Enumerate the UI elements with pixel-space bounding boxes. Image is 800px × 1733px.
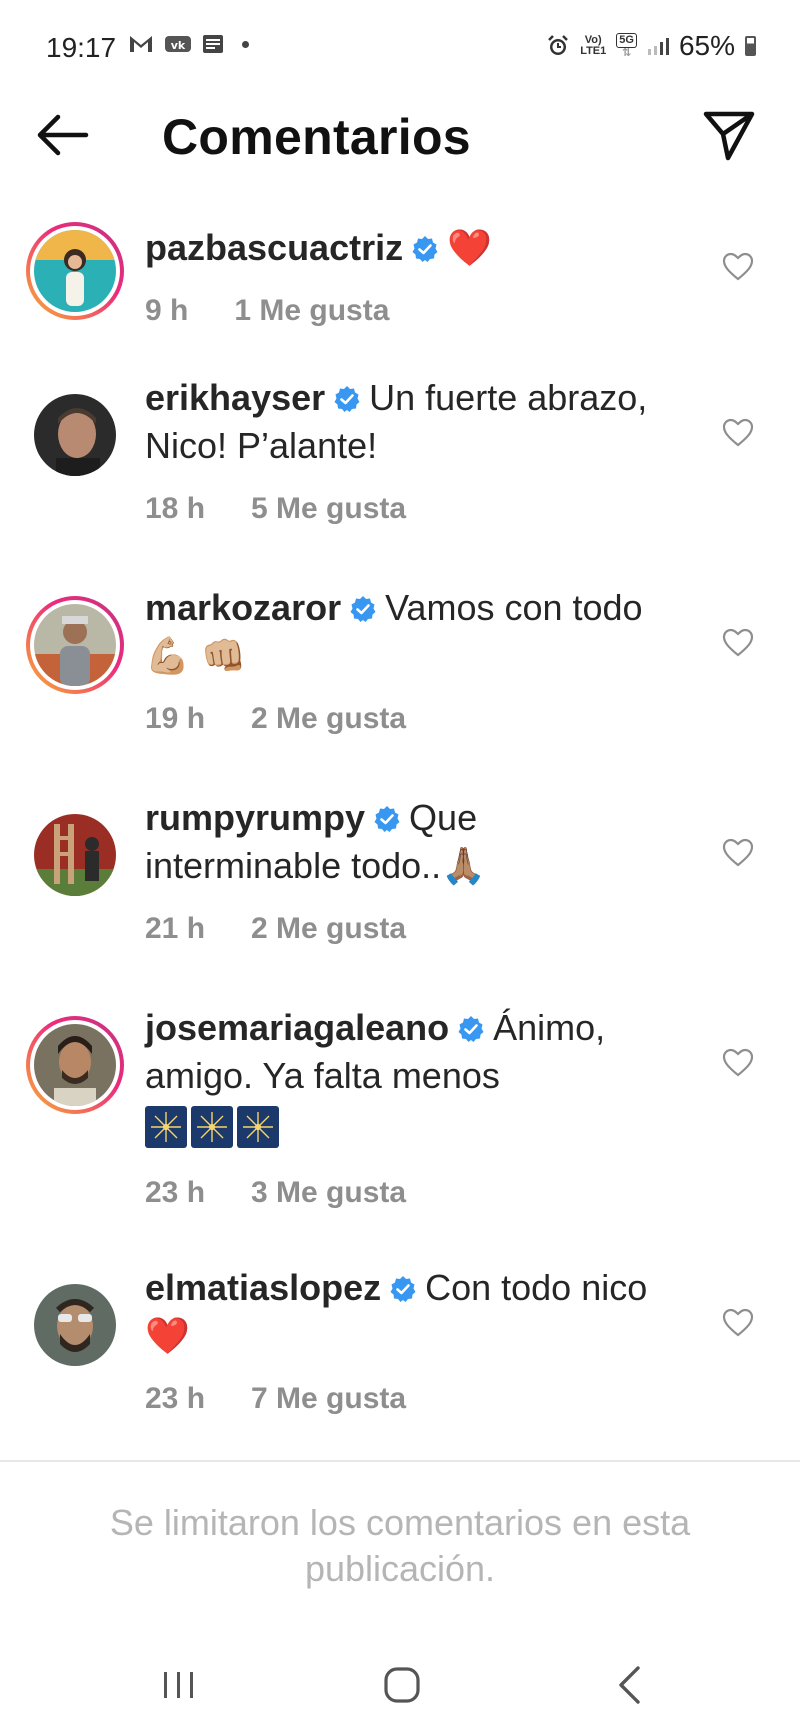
comment-likes[interactable]: 2 Me gusta <box>251 702 406 736</box>
emoji-strong-fist: 💪🏼 👊🏼 <box>145 636 247 677</box>
more-notifications-dot <box>242 40 249 48</box>
verified-badge-icon <box>390 1276 416 1302</box>
comment-username[interactable]: rumpyrumpy <box>145 797 365 838</box>
verified-badge-icon <box>412 236 438 262</box>
avatar-story-ring[interactable] <box>26 1016 124 1114</box>
comments-limited-notice: Se limitaron los comentarios en esta pub… <box>109 1502 691 1589</box>
comment-likes[interactable]: 2 Me gusta <box>251 912 406 946</box>
sparkler-emoji-icon <box>191 1106 233 1148</box>
comment-meta: 19 h 2 Me gusta <box>145 702 406 736</box>
comment-text: Vamos con todo <box>385 587 643 628</box>
like-heart-icon[interactable] <box>722 418 754 448</box>
back-arrow-icon[interactable] <box>34 110 90 160</box>
notification-icons: vk <box>128 34 249 54</box>
network-type-indicator: 5G ⇅ <box>616 33 637 59</box>
comment-body: rumpyrumpy Que interminable todo..🙏🏽 <box>145 794 665 891</box>
status-time: 19:17 <box>46 32 117 63</box>
like-heart-icon[interactable] <box>722 838 754 868</box>
comment-meta: 23 h 3 Me gusta <box>145 1176 406 1210</box>
avatar-story-ring[interactable] <box>26 222 124 320</box>
volte-indicator: Vo) LTE1 <box>580 34 607 57</box>
comment-likes[interactable]: 1 Me gusta <box>234 294 389 328</box>
verified-badge-icon <box>350 596 376 622</box>
comment-username[interactable]: pazbascuactriz <box>145 227 403 268</box>
comment-username[interactable]: josemariagaleano <box>145 1007 449 1048</box>
message-icon <box>203 35 223 53</box>
sparkler-emoji-icon <box>145 1106 187 1148</box>
like-heart-icon[interactable] <box>722 628 754 658</box>
home-icon[interactable] <box>383 1666 421 1704</box>
comment-time: 23 h <box>145 1176 206 1209</box>
recent-apps-icon[interactable] <box>160 1668 198 1702</box>
verified-badge-icon <box>458 1016 484 1042</box>
verified-badge-icon <box>334 386 360 412</box>
heart-emoji: ❤️ <box>447 228 492 269</box>
comment-time: 23 h <box>145 1382 206 1415</box>
verified-badge-icon <box>374 806 400 832</box>
avatar <box>34 604 116 686</box>
comment-likes[interactable]: 7 Me gusta <box>251 1382 406 1416</box>
nav-back-icon[interactable] <box>614 1664 644 1706</box>
comment-time: 19 h <box>145 702 206 735</box>
like-heart-icon[interactable] <box>722 252 754 282</box>
comment-username[interactable]: erikhayser <box>145 377 325 418</box>
comment-username[interactable]: elmatiaslopez <box>145 1267 381 1308</box>
comment-body: erikhayser Un fuerte abrazo, Nico! P’alan… <box>145 374 665 470</box>
comment-body: elmatiaslopez Con todo nico ❤️ <box>145 1264 665 1361</box>
emoji-praying-hands: 🙏🏽 <box>441 846 487 887</box>
svg-text:vk: vk <box>171 39 186 52</box>
comment-time: 21 h <box>145 912 206 945</box>
alarm-icon <box>548 35 569 55</box>
comment-meta: 21 h 2 Me gusta <box>145 912 406 946</box>
status-right: Vo) LTE1 5G ⇅ 65% <box>546 30 756 62</box>
comment-meta: 9 h 1 Me gusta <box>145 294 389 328</box>
comment-time: 18 h <box>145 492 206 525</box>
comment-likes[interactable]: 3 Me gusta <box>251 1176 406 1210</box>
vk-icon: vk <box>165 36 191 52</box>
sparkler-emoji-icon <box>237 1106 279 1148</box>
avatar[interactable] <box>34 394 116 476</box>
system-navbar <box>0 1640 800 1733</box>
battery-icon <box>745 36 756 56</box>
comment-text: Con todo nico <box>425 1267 648 1308</box>
page-title: Comentarios <box>162 109 471 165</box>
comment-username[interactable]: markozaror <box>145 587 341 628</box>
status-bar: 19:17 vk Vo) LTE1 5G ⇅ 65% <box>0 0 800 96</box>
avatar[interactable] <box>34 1284 116 1366</box>
like-heart-icon[interactable] <box>722 1308 754 1338</box>
avatar-story-ring[interactable] <box>26 596 124 694</box>
comment-time: 9 h <box>145 294 189 327</box>
sparkler-emojis <box>145 1106 665 1148</box>
avatar[interactable] <box>34 814 116 896</box>
comment-body: pazbascuactriz ❤️ <box>145 224 665 273</box>
header: Comentarios <box>0 96 800 176</box>
comment-body: markozaror Vamos con todo 💪🏼 👊🏼 <box>145 584 665 681</box>
avatar <box>34 230 116 312</box>
comment-likes[interactable]: 5 Me gusta <box>251 492 406 526</box>
gmail-icon <box>130 36 152 52</box>
comment-meta: 18 h 5 Me gusta <box>145 492 406 526</box>
avatar <box>34 1024 116 1106</box>
comment-body: josemariagaleano Ánimo, amigo. Ya falta m… <box>145 1004 665 1148</box>
heart-emoji: ❤️ <box>145 1316 190 1357</box>
divider <box>0 1460 800 1462</box>
signal-icon <box>647 38 669 55</box>
like-heart-icon[interactable] <box>722 1048 754 1078</box>
direct-send-icon[interactable] <box>702 108 756 162</box>
comment-meta: 23 h 7 Me gusta <box>145 1382 406 1416</box>
battery-percentage: 65% <box>678 30 735 61</box>
